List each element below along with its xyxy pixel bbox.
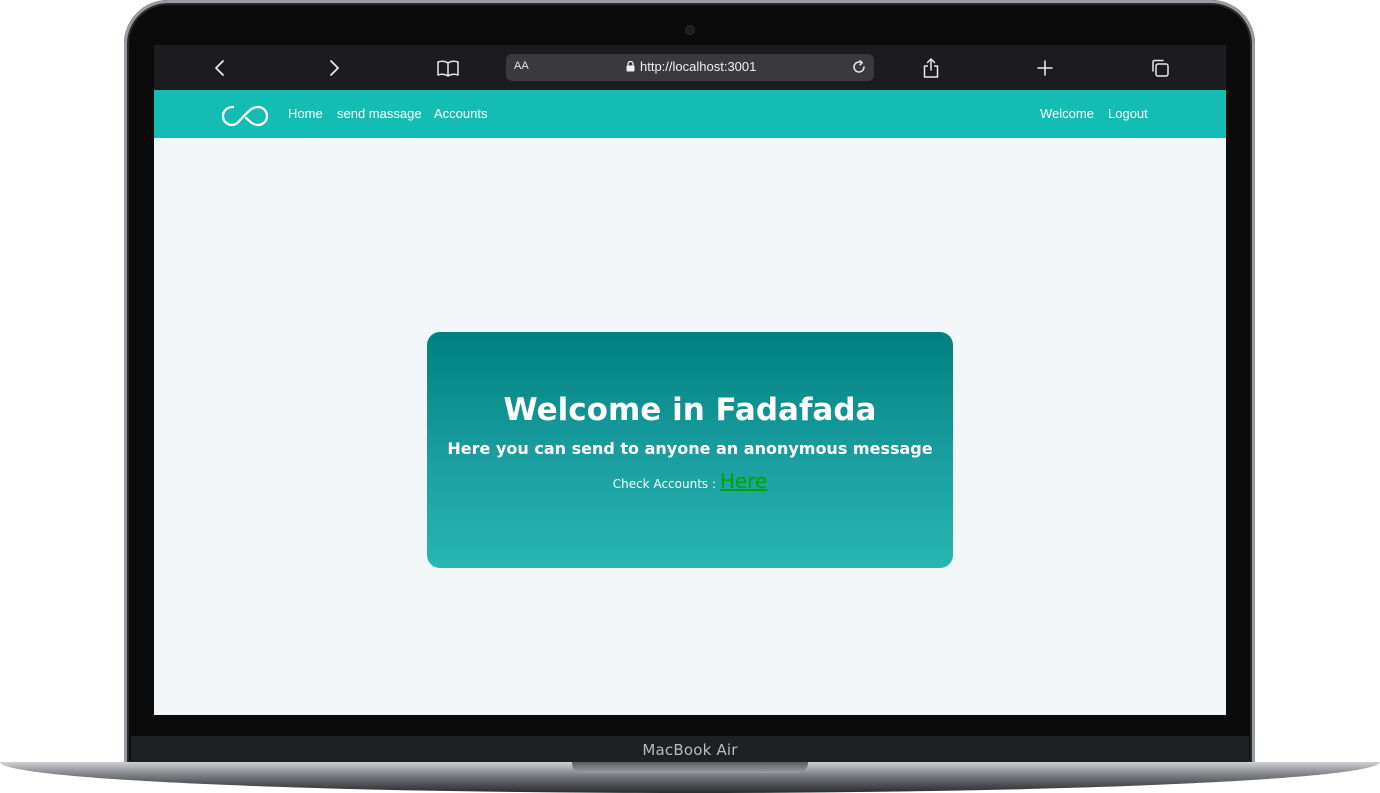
reload-icon[interactable]	[850, 58, 868, 76]
browser-toolbar: AA http://localhost:3001	[154, 45, 1226, 90]
book-icon[interactable]	[435, 55, 461, 81]
nav-link-accounts[interactable]: Accounts	[434, 106, 487, 121]
text-size-button[interactable]: AA	[514, 60, 529, 72]
site-navbar: Home send massage Accounts Welcome Logou…	[154, 90, 1226, 138]
chevron-right-icon[interactable]	[321, 55, 347, 81]
tabs-icon[interactable]	[1147, 55, 1173, 81]
browser-screen: AA http://localhost:3001 Home send massa…	[154, 45, 1226, 715]
plus-icon[interactable]	[1032, 55, 1058, 81]
chevron-left-icon[interactable]	[207, 55, 233, 81]
lock-icon	[626, 61, 635, 72]
nav-link-welcome[interactable]: Welcome	[1040, 106, 1094, 121]
page-subtitle: Here you can send to anyone an anonymous…	[447, 439, 933, 458]
model-label: MacBook Air	[642, 741, 738, 759]
nav-link-logout[interactable]: Logout	[1108, 106, 1148, 121]
url-text: http://localhost:3001	[640, 59, 757, 74]
welcome-card: Welcome in Fadafada Here you can send to…	[427, 332, 953, 568]
check-accounts-line: Check Accounts : Here	[427, 469, 953, 493]
infinity-logo-icon[interactable]	[221, 104, 269, 128]
camera-icon	[686, 26, 694, 34]
check-accounts-label: Check Accounts :	[612, 477, 717, 491]
page-title: Welcome in Fadafada	[503, 392, 877, 428]
nav-link-send-message[interactable]: send massage	[337, 106, 422, 121]
share-icon[interactable]	[918, 55, 944, 81]
address-bar[interactable]: AA http://localhost:3001	[506, 54, 874, 81]
nav-link-home[interactable]: Home	[288, 106, 323, 121]
here-link[interactable]: Here	[720, 469, 767, 493]
laptop-notch	[572, 762, 808, 773]
